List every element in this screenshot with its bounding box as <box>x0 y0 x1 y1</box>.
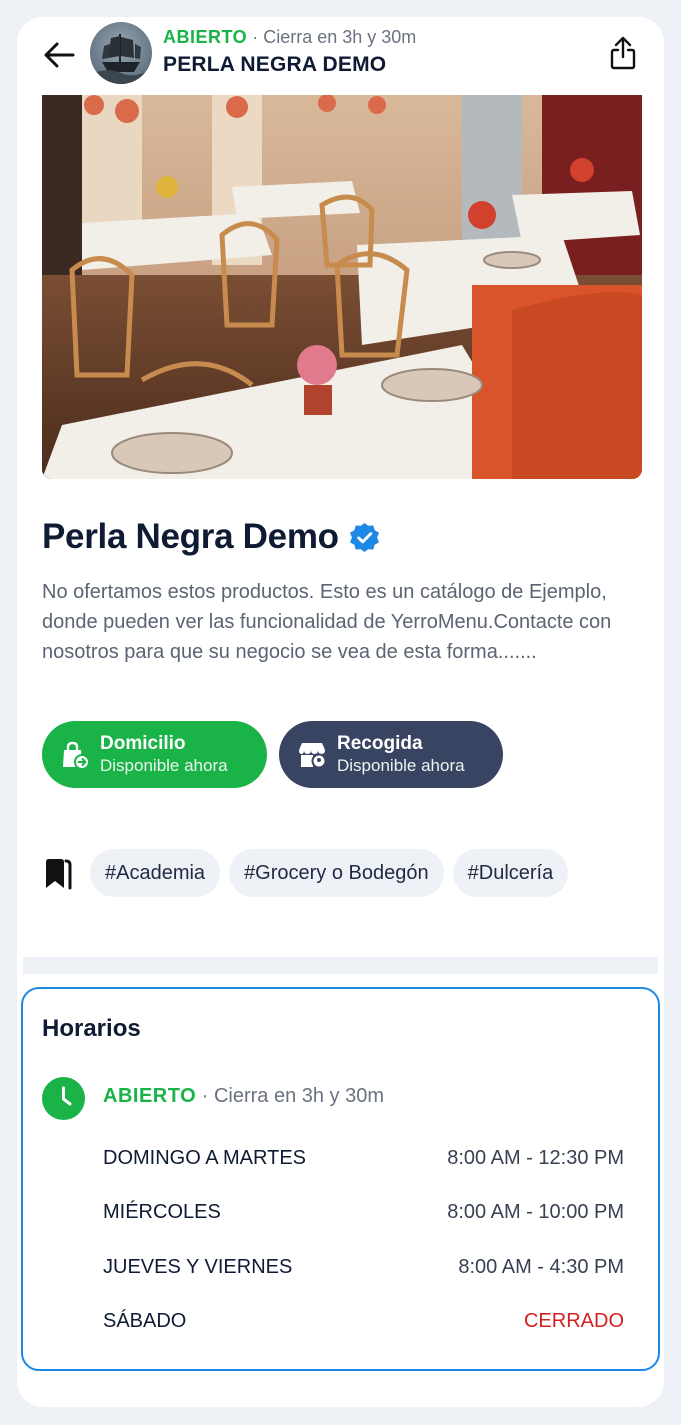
business-description: No ofertamos estos productos. Esto es un… <box>42 581 612 663</box>
open-label: ABIERTO <box>163 27 248 47</box>
section-divider <box>23 957 658 974</box>
hours-row: SÁBADO CERRADO <box>103 1310 624 1333</box>
time-range: 8:00 AM - 10:00 PM <box>447 1201 624 1223</box>
share-button[interactable] <box>606 33 640 73</box>
time-range: 8:00 AM - 4:30 PM <box>458 1256 624 1278</box>
hours-title: Horarios <box>42 1015 141 1042</box>
restaurant-page: ABIERTO · Cierra en 3h y 30m PERLA NEGRA… <box>17 17 664 1407</box>
store-pickup-icon <box>299 742 327 768</box>
tag-grocery[interactable]: #Grocery o Bodegón <box>229 849 444 897</box>
pickup-option-button[interactable]: Recogida Disponible ahora <box>279 721 503 788</box>
pickup-subtitle: Disponible ahora <box>337 755 465 775</box>
hours-closing-time: Cierra en 3h y 30m <box>213 1085 385 1107</box>
business-avatar <box>90 22 152 84</box>
category-tags: #Academia #Grocery o Bodegón #Dulcería <box>42 849 577 897</box>
clock-icon <box>42 1077 85 1120</box>
tag-dulceria[interactable]: #Dulcería <box>452 849 569 897</box>
phone-frame: ABIERTO · Cierra en 3h y 30m PERLA NEGRA… <box>0 0 681 1425</box>
open-status: ABIERTO · Cierra en 3h y 30m <box>163 27 416 48</box>
business-title-row: Perla Negra Demo <box>42 517 380 557</box>
tag-academia[interactable]: #Academia <box>90 849 221 897</box>
status-separator: · <box>252 27 259 47</box>
day-label: SÁBADO <box>103 1310 187 1332</box>
closed-label: CERRADO <box>523 1310 624 1332</box>
day-label: MIÉRCOLES <box>103 1201 221 1223</box>
delivery-title: Domicilio <box>100 732 186 754</box>
bookmarks-icon <box>46 859 72 890</box>
hours-open-status: ABIERTO · Cierra en 3h y 30m <box>103 1085 384 1108</box>
hours-open-label: ABIERTO <box>103 1085 197 1107</box>
verified-badge-icon <box>349 522 379 552</box>
share-icon <box>610 36 636 70</box>
hours-status-separator: · <box>201 1085 209 1107</box>
top-bar: ABIERTO · Cierra en 3h y 30m PERLA NEGRA… <box>17 17 664 95</box>
closing-time-label: Cierra en 3h y 30m <box>263 27 417 47</box>
time-range: 8:00 AM - 12:30 PM <box>447 1147 624 1169</box>
day-label: DOMINGO A MARTES <box>103 1147 306 1169</box>
pickup-title: Recogida <box>337 732 423 754</box>
day-label: JUEVES Y VIERNES <box>103 1256 293 1278</box>
delivery-option-button[interactable]: Domicilio Disponible ahora <box>42 721 267 788</box>
delivery-bag-icon <box>63 741 90 770</box>
hours-row: DOMINGO A MARTES 8:00 AM - 12:30 PM <box>103 1147 624 1170</box>
hours-row: JUEVES Y VIERNES 8:00 AM - 4:30 PM <box>103 1256 624 1279</box>
hours-section: Horarios ABIERTO · Cierra en 3h y 30m DO… <box>21 987 660 1371</box>
business-title: Perla Negra Demo <box>42 517 339 556</box>
arrow-left-icon <box>44 42 75 68</box>
back-button[interactable] <box>39 35 79 75</box>
header-business-name: PERLA NEGRA DEMO <box>163 53 387 76</box>
restaurant-photo <box>42 95 642 479</box>
hours-row: MIÉRCOLES 8:00 AM - 10:00 PM <box>103 1201 624 1224</box>
pirate-ship-logo <box>96 34 146 84</box>
delivery-subtitle: Disponible ahora <box>100 755 228 775</box>
